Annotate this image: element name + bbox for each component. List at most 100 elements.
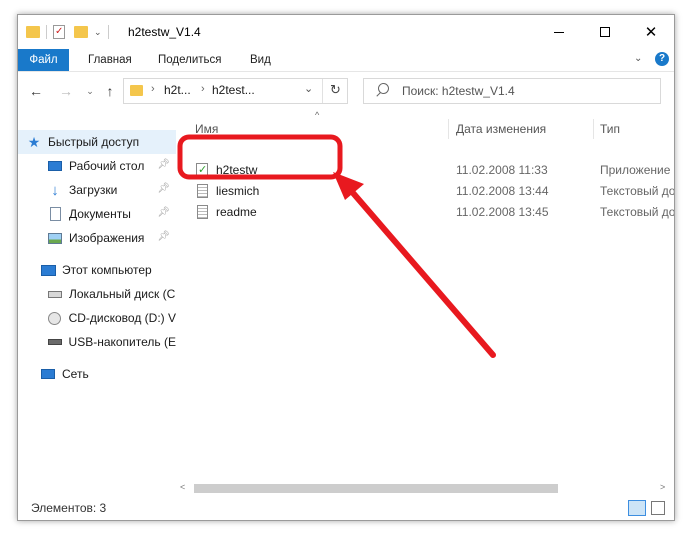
file-row-h2testw[interactable]: ✓ h2testw 11.02.2008 11:33 Приложение (178, 160, 674, 181)
forward-button[interactable]: → (56, 81, 76, 101)
column-header-name[interactable]: Имя (195, 119, 218, 139)
details-view-icon[interactable] (628, 500, 646, 516)
file-date: 11.02.2008 13:44 (456, 184, 549, 198)
file-row-readme[interactable]: readme 11.02.2008 13:45 Текстовый до (178, 202, 674, 223)
ribbon-expand-icon[interactable]: ⌄ (634, 53, 642, 64)
close-icon: ✕ (644, 23, 658, 41)
sidebar-item-desktop[interactable]: Рабочий стол 📌︎ (18, 154, 176, 178)
column-header-type[interactable]: Тип (600, 119, 620, 139)
up-button[interactable]: ↑ (100, 81, 120, 101)
file-type: Текстовый до (600, 205, 674, 219)
desktop-icon (47, 158, 63, 174)
horizontal-scrollbar[interactable]: < > (178, 482, 674, 495)
breadcrumb-separator-icon: › (201, 83, 205, 95)
minimize-button[interactable] (536, 15, 582, 49)
help-icon[interactable]: ? (655, 52, 669, 66)
file-type: Приложение (600, 163, 671, 177)
pictures-icon (47, 230, 63, 246)
file-type: Текстовый до (600, 184, 674, 198)
maximize-button[interactable] (582, 15, 628, 49)
cd-drive-icon (47, 310, 63, 326)
scrollbar-thumb[interactable] (194, 484, 558, 493)
sidebar-item-label: Изображения (69, 231, 145, 245)
search-input[interactable]: Поиск: h2testw_V1.4 (402, 84, 515, 98)
sidebar-item-label: Этот компьютер (62, 263, 152, 277)
sidebar-item-network[interactable]: Сеть (18, 362, 176, 386)
tab-share[interactable]: Поделиться (158, 49, 222, 71)
file-list: ^ Имя Дата изменения Тип ✓ h2testw 11.02… (178, 110, 674, 490)
refresh-icon[interactable]: ↻ (330, 82, 341, 98)
chevron-down-icon: ⌄ (86, 85, 94, 96)
tab-file[interactable]: Файл (18, 49, 69, 71)
pin-icon[interactable]: 📌︎ (157, 183, 170, 194)
customize-quick-access-icon[interactable]: ⌄ (94, 27, 102, 38)
usb-drive-icon (47, 334, 63, 350)
file-name: h2testw (216, 163, 258, 177)
arrow-right-icon: → (59, 83, 73, 99)
column-header-date[interactable]: Дата изменения (456, 119, 546, 139)
close-button[interactable]: ✕ (628, 15, 674, 49)
address-dropdown-icon[interactable]: ⌄ (304, 82, 313, 95)
arrow-left-icon: ← (29, 83, 43, 99)
computer-icon (40, 262, 56, 278)
new-folder-icon[interactable] (74, 26, 88, 38)
address-bar[interactable]: › h2t... › h2test... ⌄ ↻ (123, 78, 348, 104)
pin-icon[interactable]: 📌︎ (157, 159, 170, 170)
back-button[interactable]: ← (26, 81, 46, 101)
sidebar-item-label: CD-дисковод (D:) V (68, 311, 176, 325)
sort-up-icon: ^ (315, 110, 320, 120)
explorer-window: ✓ ⌄ h2testw_V1.4 ✕ Файл Главная Поделить… (17, 14, 675, 521)
maximize-icon (600, 27, 610, 37)
quick-access-toolbar: ✓ ⌄ (26, 15, 115, 49)
file-date: 11.02.2008 13:45 (456, 205, 549, 219)
sidebar-item-label: Рабочий стол (69, 159, 145, 173)
scroll-right-icon[interactable]: > (660, 482, 665, 492)
file-row-liesmich[interactable]: liesmich 11.02.2008 13:44 Текстовый до (178, 181, 674, 202)
breadcrumb-h2t[interactable]: h2t... (164, 83, 191, 97)
breadcrumb-separator-icon: › (151, 83, 155, 95)
text-file-icon (197, 205, 208, 219)
sidebar-item-downloads[interactable]: ↓ Загрузки 📌︎ (18, 178, 176, 202)
sidebar-item-local-disk[interactable]: Локальный диск (С (18, 282, 176, 306)
tab-view[interactable]: Вид (250, 49, 271, 71)
large-icons-view-icon[interactable] (651, 501, 665, 515)
sidebar-item-this-pc[interactable]: Этот компьютер (18, 258, 176, 282)
ribbon: Файл Главная Поделиться Вид ⌄ ? (18, 49, 674, 72)
search-box[interactable]: Поиск: h2testw_V1.4 (363, 78, 661, 104)
sidebar-item-documents[interactable]: Документы 📌︎ (18, 202, 176, 226)
sidebar-item-usb-drive[interactable]: USB-накопитель (E (18, 330, 176, 354)
folder-icon (130, 85, 143, 96)
arrow-up-icon: ↑ (106, 83, 114, 99)
scroll-left-icon[interactable]: < (180, 482, 185, 492)
file-date: 11.02.2008 11:33 (456, 163, 548, 177)
minimize-icon (554, 31, 564, 33)
status-bar: Элементов: 3 (18, 497, 674, 520)
sidebar-item-label: USB-накопитель (E (68, 335, 176, 349)
tab-home[interactable]: Главная (88, 49, 132, 71)
breadcrumb-h2test[interactable]: h2test... (212, 83, 255, 97)
text-file-icon (197, 184, 208, 198)
sidebar-item-label: Загрузки (69, 183, 118, 197)
sidebar-item-cd-drive[interactable]: CD-дисковод (D:) V (18, 306, 176, 330)
navigation-bar: ← → ⌄ ↑ › h2t... › h2test... ⌄ ↻ Поиск: … (18, 72, 674, 110)
sidebar-item-label: Документы (69, 207, 131, 221)
application-icon: ✓ (196, 163, 208, 178)
recent-locations-button[interactable]: ⌄ (80, 81, 100, 101)
sidebar-item-label: Быстрый доступ (48, 135, 140, 149)
window-title: h2testw_V1.4 (128, 25, 201, 39)
pin-icon[interactable]: 📌︎ (157, 207, 170, 218)
sidebar-item-pictures[interactable]: Изображения 📌︎ (18, 226, 176, 250)
sidebar-item-quick-access[interactable]: ★ Быстрый доступ (18, 130, 176, 154)
title-bar: ✓ ⌄ h2testw_V1.4 ✕ (18, 15, 674, 49)
properties-icon[interactable]: ✓ (53, 25, 65, 39)
local-disk-icon (47, 286, 63, 302)
network-icon (40, 366, 56, 382)
star-icon: ★ (27, 133, 41, 150)
items-count: Элементов: 3 (31, 501, 107, 515)
folder-icon[interactable] (26, 26, 40, 38)
pin-icon[interactable]: 📌︎ (157, 231, 170, 242)
documents-icon (47, 206, 63, 222)
navigation-pane: ★ Быстрый доступ Рабочий стол 📌︎ ↓ Загру… (18, 110, 176, 490)
file-name: readme (216, 205, 257, 219)
downloads-icon: ↓ (51, 181, 59, 199)
